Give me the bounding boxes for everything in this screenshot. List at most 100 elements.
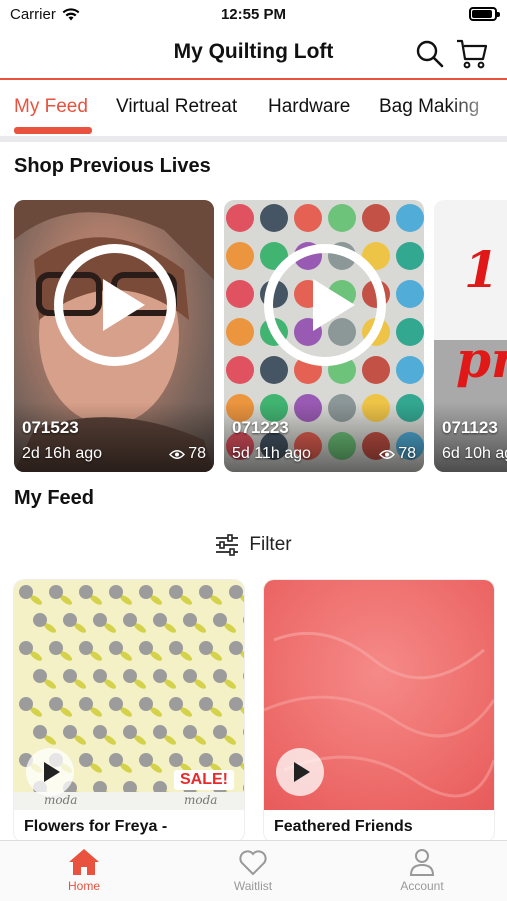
video-play-button[interactable] [276,748,324,796]
flower-shape [213,725,227,739]
product-card[interactable]: Feathered Friends [264,580,494,842]
filter-label: Filter [249,534,292,555]
swatch-dot [226,280,254,308]
swatch-dot [396,280,424,308]
tabs-fade [447,80,507,136]
eye-icon [379,449,396,459]
flower-shape [139,697,153,711]
flower-shape [93,669,107,683]
tabbar-account[interactable]: Account [377,847,467,893]
live-ago: 5d 11h ago [232,445,311,462]
status-time: 12:55 PM [220,6,287,23]
live-ago: 2d 16h ago [22,445,103,462]
flower-shape [229,641,243,655]
live-card[interactable]: 071523 2d 16h ago 78 [14,200,214,472]
flower-shape [213,613,227,627]
live-views-count: 78 [398,445,416,462]
swatch-dot [362,356,390,384]
search-button[interactable] [412,36,448,72]
tabbar-account-label: Account [400,879,444,893]
app-header: My Quilting Loft [0,30,507,80]
swatch-dot [260,204,288,232]
tabbar-waitlist-label: Waitlist [233,879,273,893]
selvage-text: moda [184,793,218,807]
flower-shape [49,585,63,599]
tab-hardware[interactable]: Hardware [268,96,350,118]
flower-shape [19,585,33,599]
flower-shape [63,669,77,683]
battery-fill [472,10,492,18]
flower-shape [49,697,63,711]
flower-shape [19,697,33,711]
previous-lives-carousel[interactable]: 071523 2d 16h ago 78 071223 5d 11h ago 7… [0,200,507,472]
flower-shape [139,585,153,599]
flower-shape [109,697,123,711]
status-bar: Carrier 12:55 PM [0,0,507,30]
video-play-button[interactable] [26,748,74,796]
flower-shape [123,613,137,627]
play-icon[interactable] [264,244,386,366]
flower-shape [139,641,153,655]
swatch-dot [226,204,254,232]
flower-shape [79,641,93,655]
live-code: 071223 [232,418,289,437]
flower-shape [109,641,123,655]
tabbar-home-label: Home [67,879,100,893]
search-icon [416,40,444,68]
flower-shape [199,641,213,655]
bottom-tab-bar: Home Waitlist Account [0,840,507,901]
live-views: 78 [379,445,416,463]
flower-shape [139,753,153,767]
flower-shape [63,613,77,627]
live-card[interactable]: 071223 5d 11h ago 78 [224,200,424,472]
flower-shape [153,725,167,739]
flower-shape [33,613,47,627]
swatch-dot [362,204,390,232]
live-card[interactable]: 1 g pr 071123 6d 10h ago [434,200,507,472]
swatch-dot [294,204,322,232]
flower-shape [93,613,107,627]
tab-my-feed[interactable]: My Feed [14,96,88,118]
flower-shape [169,697,183,711]
tabs-divider [0,136,507,142]
flower-shape [79,697,93,711]
flower-shape [123,725,137,739]
flower-shape [199,585,213,599]
swatch-dot [396,242,424,270]
flower-shape [79,585,93,599]
tabbar-home[interactable]: Home [39,847,129,893]
live-ago: 6d 10h ago [442,445,507,462]
flower-shape [109,585,123,599]
active-tab-indicator [14,127,92,134]
flower-shape [153,669,167,683]
feed-title: My Feed [14,487,95,509]
flower-shape [93,725,107,739]
flower-shape [169,585,183,599]
cart-icon [457,39,488,69]
flower-shape [183,613,197,627]
previous-lives-title: Shop Previous Lives [14,155,211,177]
heart-icon [239,850,267,876]
flower-shape [33,669,47,683]
tabbar-waitlist[interactable]: Waitlist [208,847,298,893]
eye-icon [169,449,186,459]
cart-button[interactable] [454,36,490,72]
flower-shape [169,641,183,655]
flower-shape [79,753,93,767]
filter-button[interactable]: Filter [0,534,507,556]
flower-shape [183,669,197,683]
battery-icon [469,7,500,21]
flower-shape [229,753,243,767]
filter-sliders-icon [216,534,239,556]
flower-shape [229,585,243,599]
product-card[interactable]: moda moda SALE! Flowers for Freya - [14,580,244,842]
flower-shape [63,725,77,739]
flower-shape [153,613,167,627]
swatch-dot [226,318,254,346]
live-overlay-text: pr [456,330,507,389]
home-icon [69,849,99,875]
play-icon[interactable] [54,244,176,366]
tab-virtual-retreat[interactable]: Virtual Retreat [116,96,237,118]
swatch-dot [226,242,254,270]
product-name: Flowers for Freya - [24,818,168,835]
